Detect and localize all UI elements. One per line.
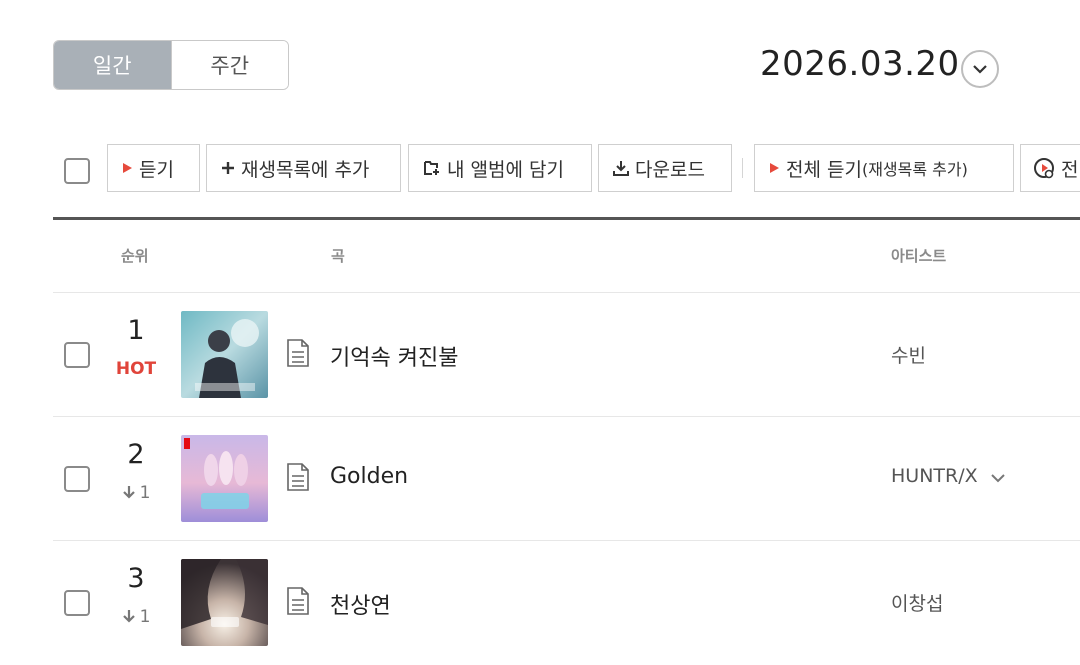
artist-name[interactable]: 수빈 [891, 341, 926, 368]
tab-daily[interactable]: 일간 [54, 41, 171, 89]
arrow-down-icon [122, 610, 135, 623]
download-icon [613, 160, 629, 176]
artist-name[interactable]: HUNTR/X [891, 465, 1006, 488]
lyrics-icon[interactable] [286, 587, 310, 619]
select-all-checkbox[interactable] [64, 158, 90, 184]
album-art[interactable] [181, 559, 268, 646]
play-icon [769, 162, 780, 174]
period-toggle: 일간 주간 [53, 40, 289, 90]
add-playlist-label: 재생목록에 추가 [241, 158, 370, 181]
album-art[interactable] [181, 435, 268, 522]
album-art[interactable] [181, 311, 268, 398]
toolbar-divider [742, 158, 743, 178]
rank-change: 1 [113, 483, 159, 503]
chevron-down-icon[interactable] [990, 466, 1006, 488]
listen-all-sublabel: (재생목록 추가) [861, 160, 968, 179]
date-picker-button[interactable] [961, 50, 999, 88]
rank-hot-badge: HOT [115, 359, 157, 379]
header-rank: 순위 [121, 247, 149, 265]
lyrics-icon[interactable] [286, 339, 310, 371]
listen-all-button[interactable]: 전체 듣기 (재생목록 추가) [754, 144, 1014, 192]
rank-change-value: 1 [139, 607, 151, 627]
rank-change: 1 [113, 607, 159, 627]
toolbar: 듣기 재생목록에 추가 내 앨범에 담기 다운로드 전체 듣기 (재생목록 추가… [0, 144, 1080, 192]
partial-toolbar-label: 전 [1061, 158, 1079, 181]
row-checkbox[interactable] [64, 590, 90, 616]
artist-name[interactable]: 이창섭 [891, 589, 943, 616]
chevron-down-icon [973, 65, 987, 74]
rank-number: 2 [127, 439, 145, 470]
rank-number: 3 [127, 563, 145, 594]
header-song: 곡 [331, 247, 345, 265]
arrow-down-icon [122, 486, 135, 499]
artist-label: 수빈 [891, 345, 926, 367]
chart-date: 2026.03.20 [760, 44, 960, 84]
tab-weekly[interactable]: 주간 [170, 41, 288, 89]
row-checkbox[interactable] [64, 466, 90, 492]
table-row: 1 HOT 기억속 켜진불 수빈 [53, 292, 1080, 417]
song-title[interactable]: Golden [330, 464, 408, 489]
album-add-icon [423, 160, 441, 176]
listen-label: 듣기 [139, 158, 174, 181]
play-icon [122, 162, 133, 174]
table-top-border [53, 217, 1080, 220]
download-label: 다운로드 [635, 158, 705, 181]
artist-label: HUNTR/X [891, 465, 978, 487]
add-album-label: 내 앨범에 담기 [447, 158, 564, 181]
rank-change-value: 1 [139, 483, 151, 503]
header-artist: 아티스트 [891, 247, 947, 265]
table-row: 2 1 Golden HUNTR/X [53, 416, 1080, 541]
artist-label: 이창섭 [891, 593, 944, 615]
plus-icon [221, 161, 235, 175]
add-album-button[interactable]: 내 앨범에 담기 [408, 144, 592, 192]
song-title[interactable]: 천상연 [330, 588, 391, 620]
listen-button[interactable]: 듣기 [107, 144, 200, 192]
rank-number: 1 [127, 315, 145, 346]
table-row: 3 1 천상연 이창섭 [53, 540, 1080, 665]
add-playlist-button[interactable]: 재생목록에 추가 [206, 144, 401, 192]
download-button[interactable]: 다운로드 [598, 144, 732, 192]
row-checkbox[interactable] [64, 342, 90, 368]
song-title[interactable]: 기억속 켜진불 [330, 340, 458, 372]
listen-all-label: 전체 듣기 [786, 158, 862, 181]
lyrics-icon[interactable] [286, 463, 310, 495]
partial-toolbar-button[interactable]: 전 [1020, 144, 1080, 192]
play-circle-icon [1033, 157, 1055, 179]
